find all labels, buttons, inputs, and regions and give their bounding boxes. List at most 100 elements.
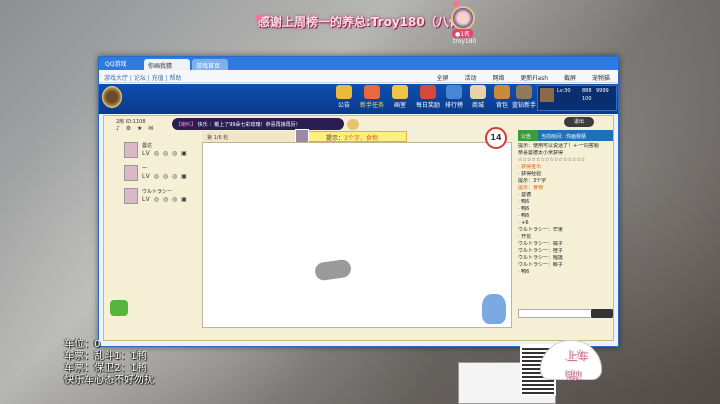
chat-line: 提示：食物 xyxy=(518,185,544,191)
ticker-tag: 【喇叭】 xyxy=(176,122,197,128)
chat-line: 提示：使用可以说话了！+·一同答题 xyxy=(518,143,599,149)
chat-line: · 开花 xyxy=(518,234,532,240)
player-name: ウルトラシー xyxy=(142,189,172,195)
player-name: 一 xyxy=(142,166,148,172)
game-logo xyxy=(102,86,122,108)
broadcast-ticker: 【喇叭】 快乐 ：戴上了99朵七彩玫瑰！恭喜再接再厉！ xyxy=(172,118,344,130)
chat-line: · 获得经验 xyxy=(518,171,542,177)
chat-line: · 鸭6 xyxy=(518,269,530,275)
pet-button[interactable]: 宠物猫 xyxy=(592,75,610,82)
top-fan-rank-badge: ●1名 xyxy=(452,29,474,38)
chat-line: 提示：3个字 xyxy=(518,178,547,184)
player-avatar xyxy=(124,188,138,204)
menu-links[interactable]: 游戏大厅 | 论坛 | 充值 | 帮助 xyxy=(104,73,182,82)
tab-game[interactable]: 你画我猜 xyxy=(144,59,190,70)
stream-thanks-banner: 感谢上周榜一的养总:Troy180（八骨） xyxy=(258,15,473,29)
chat-line: · 鸭6 xyxy=(518,213,530,219)
hint-value: 3个字，食物 xyxy=(344,135,378,142)
game-header: 公告 新手任务 画室 每日奖励 排行榜 商城 背包 蓝钻新手 Lv:30 888… xyxy=(99,84,618,114)
menu-actions: 全屏 活动 网络 更新Flash 截屏 宠物猫 xyxy=(423,73,610,82)
diamond-icon xyxy=(516,85,532,99)
tab-home[interactable]: 游戏首页 xyxy=(192,59,228,70)
player-tools: LV ◎ ◎ ◎ ▣ xyxy=(142,196,188,203)
chat-line: · +6 xyxy=(518,220,529,226)
painter-avatar xyxy=(295,129,309,143)
user-stat-gold: 888 xyxy=(582,88,592,94)
pet-tool-icon[interactable] xyxy=(110,300,128,316)
room-tool-icons[interactable]: ♪ ⚙ ★ ✉ xyxy=(116,125,155,132)
drawing-area: 第 1/6 轮 提示：3个字，食物 14 xyxy=(202,127,512,328)
chat-line: ウルトラシー：橘子 xyxy=(518,241,563,247)
header-button-shop[interactable]: 商城 xyxy=(466,85,490,111)
drawing-canvas[interactable] xyxy=(202,142,512,328)
countdown-timer: 14 xyxy=(485,127,507,149)
header-button-newbie-task[interactable]: 新手任务 xyxy=(358,85,386,111)
drawn-stroke xyxy=(313,258,353,282)
player-tools: LV ◎ ◎ ◎ ▣ xyxy=(142,173,188,180)
header-button-daily-reward[interactable]: 每日奖励 xyxy=(414,85,442,111)
user-stat-flowers: 100 xyxy=(582,96,592,102)
send-button[interactable] xyxy=(591,309,613,318)
activity-button[interactable]: 活动 xyxy=(465,75,477,82)
chat-line: ☆☆☆☆☆☆☆☆☆☆☆☆☆☆☆ xyxy=(518,157,586,163)
chat-line: ウルトラシー：橙子 xyxy=(518,248,563,254)
side-line: 鸭！ xyxy=(566,369,588,382)
game-area: 2房 ID:1108 ♪ ⚙ ★ ✉ 【喇叭】 快乐 ：戴上了99朵七彩玫瑰！恭… xyxy=(103,115,614,341)
screenshot-button[interactable]: 截屏 xyxy=(564,75,576,82)
info-line: 快乐车心态不好勿扰 xyxy=(64,375,154,386)
header-button-ranking[interactable]: 排行榜 xyxy=(442,85,466,111)
header-button-blue-diamond[interactable]: 蓝钻新手 xyxy=(511,85,537,111)
chat-line: · 鸭6 xyxy=(518,206,530,212)
ticker-text: 快乐 ：戴上了99朵七彩玫瑰！恭喜再接再厉！ xyxy=(197,122,301,128)
top-fan-name: troy180 xyxy=(453,38,477,45)
player-avatar xyxy=(124,142,138,158)
player-slot[interactable]: 一 LV ◎ ◎ ◎ ▣ xyxy=(124,165,204,183)
chat-line: ウルトラシー：芒果 xyxy=(518,227,563,233)
update-flash-button[interactable]: 更新Flash xyxy=(520,75,548,82)
chat-line: ウルトラシー：榴莲 xyxy=(518,255,563,261)
player-avatar xyxy=(124,165,138,181)
round-indicator: 第 1/6 轮 xyxy=(207,135,229,141)
hint-label: 提示： xyxy=(326,135,345,142)
header-button-announcement[interactable]: 公告 xyxy=(332,85,356,111)
header-button-studio[interactable]: 画室 xyxy=(388,85,412,111)
side-line: 上车 xyxy=(566,349,588,362)
mascot-icon[interactable] xyxy=(482,294,506,324)
chat-line: 恭喜曼德太小米获得 xyxy=(518,150,564,156)
user-card[interactable]: Lv:30 888 9999 100 xyxy=(537,85,617,111)
heart-icon: ♥ xyxy=(254,14,263,25)
tab-room[interactable]: 当前房间：你画我猜 xyxy=(538,130,613,141)
menubar: 游戏大厅 | 论坛 | 充值 | 帮助 全屏 活动 网络 更新Flash 截屏 … xyxy=(99,70,618,83)
announcement-icon xyxy=(336,85,352,99)
app-title: QQ游戏 xyxy=(105,61,127,68)
player-slot[interactable]: ウルトラシー LV ◎ ◎ ◎ ▣ xyxy=(124,188,204,206)
tab-announcement[interactable]: 公告 xyxy=(518,130,538,141)
room-number: 2房 ID:1108 xyxy=(116,119,146,125)
chat-line: · 获得金币 xyxy=(518,164,542,170)
studio-icon xyxy=(392,85,408,99)
game-window: QQ游戏 你画我猜 游戏首页 游戏大厅 | 论坛 | 充值 | 帮助 全屏 活动… xyxy=(98,56,619,347)
user-stat-coins: 9999 xyxy=(596,88,609,94)
ranking-icon xyxy=(446,85,462,99)
chat-log: 提示：使用可以说话了！+·一同答题 恭喜曼德太小米获得 ☆☆☆☆☆☆☆☆☆☆☆☆… xyxy=(518,143,613,303)
chat-line: · 曼德 xyxy=(518,192,532,198)
top-fan-avatar xyxy=(451,6,475,30)
speaker-icon[interactable] xyxy=(347,119,359,130)
info-line: 车票：保卫2：1鸭 xyxy=(64,363,147,374)
exit-button[interactable]: 退出 xyxy=(564,117,594,127)
player-tools: LV ◎ ◎ ◎ ▣ xyxy=(142,150,188,157)
network-button[interactable]: 网络 xyxy=(492,75,504,82)
gift-icon xyxy=(420,85,436,99)
shop-icon xyxy=(470,85,486,99)
chat-tabs: 公告 当前房间：你画我猜 xyxy=(518,130,613,141)
stream-side-text: 上车 鸭！ xyxy=(566,346,588,386)
info-line: 车位：0 xyxy=(64,339,101,350)
chat-line: · 鸭6 xyxy=(518,199,530,205)
player-name: 曼达 xyxy=(142,143,153,149)
chat-line: ウルトラシー：椰子 xyxy=(518,262,563,268)
player-slot[interactable]: 曼达 LV ◎ ◎ ◎ ▣ xyxy=(124,142,204,160)
window-titlebar: QQ游戏 你画我猜 游戏首页 xyxy=(99,57,618,70)
user-level: Lv:30 xyxy=(557,88,571,94)
fullscreen-button[interactable]: 全屏 xyxy=(437,75,449,82)
info-line: 车票：乱斗1：1鸭 xyxy=(64,351,147,362)
